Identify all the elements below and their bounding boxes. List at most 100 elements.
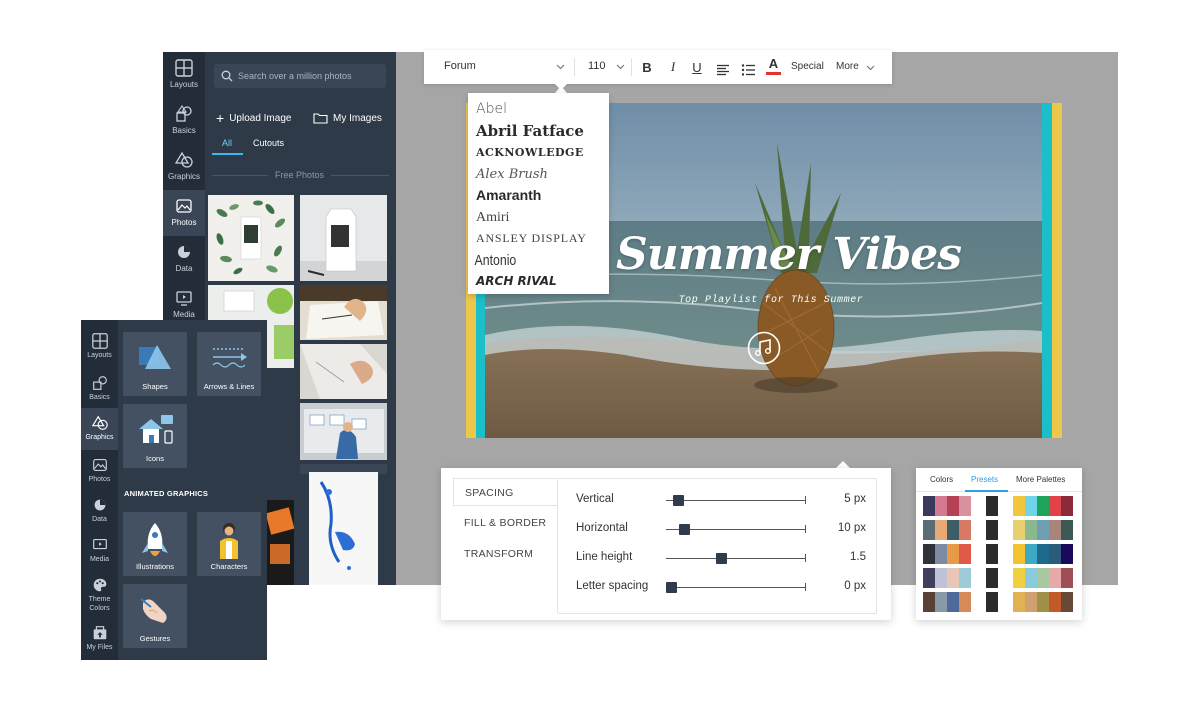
color-swatch[interactable] bbox=[923, 592, 935, 612]
characters-card[interactable]: Characters bbox=[197, 512, 261, 576]
underline-button[interactable]: U bbox=[690, 57, 704, 77]
font-option-acknowledge[interactable]: ACKNOWLEDGE bbox=[468, 142, 609, 164]
color-swatch[interactable] bbox=[959, 568, 971, 588]
color-swatch[interactable] bbox=[1025, 520, 1037, 540]
color-swatch[interactable] bbox=[1025, 592, 1037, 612]
color-swatch[interactable] bbox=[959, 544, 971, 564]
sidebar-item-layouts[interactable]: Layouts bbox=[163, 52, 205, 98]
tab-transform[interactable]: TRANSFORM bbox=[453, 540, 557, 568]
font-option-amiri[interactable]: Amiri bbox=[468, 207, 609, 229]
slider-track[interactable] bbox=[666, 587, 806, 588]
arrows-lines-card[interactable]: Arrows & Lines bbox=[197, 332, 261, 396]
chevron-down-icon[interactable] bbox=[556, 62, 565, 71]
tab-all[interactable]: All bbox=[222, 138, 232, 148]
color-swatch[interactable] bbox=[986, 520, 998, 540]
slide-title[interactable]: Summer Vibes bbox=[616, 229, 962, 280]
tab-colors[interactable]: Colors bbox=[930, 475, 953, 484]
font-option-antonio[interactable]: Antonio bbox=[468, 250, 584, 272]
color-swatch[interactable] bbox=[959, 496, 971, 516]
font-option-abel[interactable]: Abel bbox=[468, 99, 609, 121]
sidebar-item-basics[interactable]: Basics bbox=[81, 368, 118, 410]
photo-thumbnail[interactable] bbox=[309, 472, 378, 585]
photo-thumbnail[interactable] bbox=[300, 285, 387, 340]
color-swatch[interactable] bbox=[1037, 544, 1049, 564]
color-swatch[interactable] bbox=[1025, 568, 1037, 588]
tab-cutouts[interactable]: Cutouts bbox=[253, 138, 284, 148]
slider-track[interactable] bbox=[666, 500, 806, 501]
font-option-ansley-display[interactable]: ANSLEY DISPLAY bbox=[468, 228, 609, 250]
illustrations-card[interactable]: Illustrations bbox=[123, 512, 187, 576]
color-swatch[interactable] bbox=[935, 568, 947, 588]
color-swatch[interactable] bbox=[923, 544, 935, 564]
text-color-button[interactable]: A bbox=[766, 56, 781, 76]
sidebar-item-theme-colors[interactable]: Theme Colors bbox=[81, 570, 118, 616]
color-swatch[interactable] bbox=[947, 520, 959, 540]
color-swatch[interactable] bbox=[1025, 544, 1037, 564]
music-note-icon[interactable] bbox=[747, 331, 781, 365]
color-swatch[interactable] bbox=[947, 544, 959, 564]
sidebar-item-my-files[interactable]: My Files bbox=[81, 618, 118, 660]
tab-presets[interactable]: Presets bbox=[971, 475, 998, 484]
photo-thumbnail[interactable] bbox=[300, 403, 387, 460]
sidebar-item-photos[interactable]: Photos bbox=[81, 450, 118, 492]
tab-spacing[interactable]: SPACING bbox=[453, 478, 557, 506]
color-swatch[interactable] bbox=[1061, 520, 1073, 540]
color-swatch[interactable] bbox=[1037, 568, 1049, 588]
photo-search[interactable] bbox=[214, 64, 386, 88]
more-button[interactable]: More bbox=[836, 61, 859, 72]
upload-image-button[interactable]: + Upload Image bbox=[216, 110, 291, 126]
color-swatch[interactable] bbox=[923, 520, 935, 540]
color-swatch[interactable] bbox=[986, 568, 998, 588]
sidebar-item-data[interactable]: Data bbox=[81, 490, 118, 532]
color-swatch[interactable] bbox=[935, 496, 947, 516]
font-option-abril-fatface[interactable]: Abril Fatface bbox=[468, 121, 609, 143]
tab-more-palettes[interactable]: More Palettes bbox=[1016, 475, 1065, 484]
align-left-icon[interactable] bbox=[716, 60, 730, 80]
font-size-select[interactable]: 110 bbox=[588, 60, 606, 72]
slider-track[interactable] bbox=[666, 558, 806, 559]
color-swatch[interactable] bbox=[935, 592, 947, 612]
color-swatch[interactable] bbox=[1013, 568, 1025, 588]
color-swatch[interactable] bbox=[1061, 496, 1073, 516]
color-swatch[interactable] bbox=[947, 568, 959, 588]
letter-spacing-slider-handle[interactable] bbox=[666, 582, 677, 593]
color-swatch[interactable] bbox=[1013, 544, 1025, 564]
sidebar-item-graphics[interactable]: Graphics bbox=[163, 144, 205, 190]
shapes-card[interactable]: Shapes bbox=[123, 332, 187, 396]
color-swatch[interactable] bbox=[1037, 520, 1049, 540]
sidebar-item-photos[interactable]: Photos bbox=[163, 190, 205, 236]
sidebar-item-graphics[interactable]: Graphics bbox=[81, 408, 118, 450]
color-swatch[interactable] bbox=[986, 592, 998, 612]
special-button[interactable]: Special bbox=[791, 61, 824, 72]
color-swatch[interactable] bbox=[1049, 520, 1061, 540]
tab-fill-border[interactable]: FILL & BORDER bbox=[453, 509, 557, 537]
color-swatch[interactable] bbox=[947, 592, 959, 612]
font-option-arch-rival[interactable]: ARCH RIVAL bbox=[468, 271, 609, 293]
italic-button[interactable]: I bbox=[666, 57, 680, 77]
color-swatch[interactable] bbox=[986, 544, 998, 564]
color-swatch[interactable] bbox=[923, 568, 935, 588]
color-swatch[interactable] bbox=[1025, 496, 1037, 516]
color-swatch[interactable] bbox=[959, 592, 971, 612]
line-height-slider-handle[interactable] bbox=[715, 553, 727, 564]
sidebar-item-data[interactable]: Data bbox=[163, 236, 205, 282]
horizontal-slider-handle[interactable] bbox=[679, 524, 691, 535]
gestures-card[interactable]: Gestures bbox=[123, 584, 187, 648]
icons-card[interactable]: Icons bbox=[123, 404, 187, 468]
color-swatch[interactable] bbox=[947, 496, 959, 516]
search-input[interactable] bbox=[238, 67, 382, 85]
color-swatch[interactable] bbox=[1061, 544, 1073, 564]
color-swatch[interactable] bbox=[959, 520, 971, 540]
color-swatch[interactable] bbox=[1049, 592, 1061, 612]
font-option-amaranth[interactable]: Amaranth bbox=[468, 185, 609, 207]
sidebar-item-layouts[interactable]: Layouts bbox=[81, 326, 118, 368]
color-swatch[interactable] bbox=[1037, 496, 1049, 516]
color-swatch[interactable] bbox=[1013, 592, 1025, 612]
bullet-list-icon[interactable] bbox=[741, 60, 756, 80]
chevron-down-icon[interactable] bbox=[616, 62, 625, 71]
bold-button[interactable]: B bbox=[640, 57, 654, 77]
color-swatch[interactable] bbox=[1049, 496, 1061, 516]
my-images-button[interactable]: My Images bbox=[313, 110, 382, 126]
chevron-down-icon[interactable] bbox=[866, 63, 875, 72]
photo-thumbnail[interactable] bbox=[300, 195, 387, 281]
